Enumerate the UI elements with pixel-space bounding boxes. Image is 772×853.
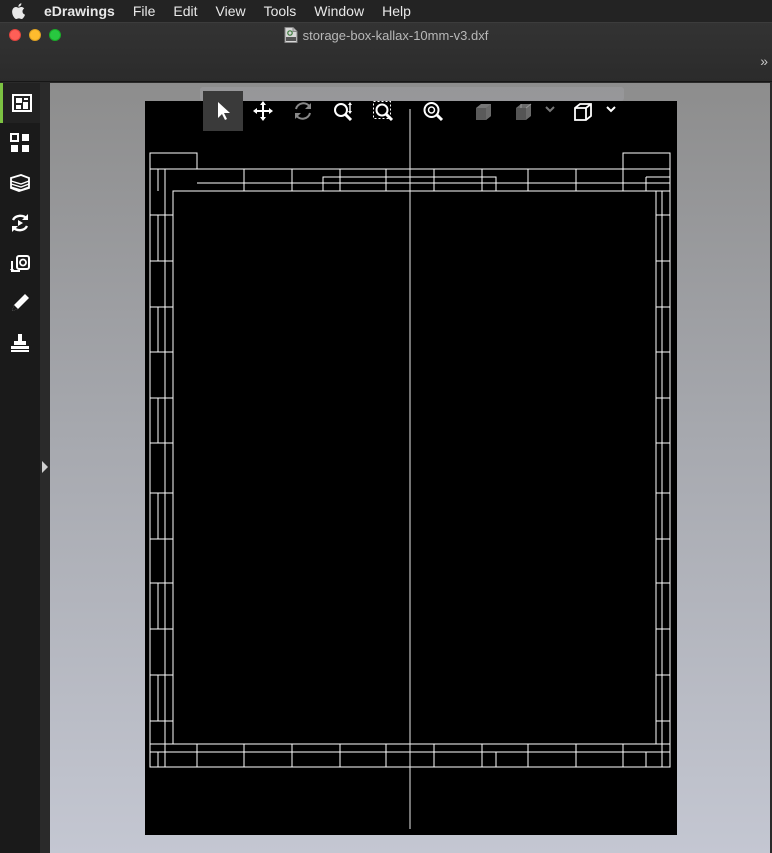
window-title: storage-box-kallax-10mm-v3.dxf xyxy=(0,27,772,43)
standard-views-chevron-down-icon[interactable] xyxy=(605,103,617,115)
zoom-tool-button[interactable] xyxy=(323,91,363,131)
stamp-panel-icon xyxy=(10,255,30,272)
left-sidebar xyxy=(0,83,40,853)
standard-views-icon xyxy=(574,103,592,121)
display-style-icon xyxy=(516,103,532,120)
shaded-view-button[interactable] xyxy=(463,91,503,131)
menu-file[interactable]: File xyxy=(124,0,165,22)
app-window: storage-box-kallax-10mm-v3.dxf » xyxy=(0,22,772,853)
menu-help[interactable]: Help xyxy=(373,0,420,22)
shaded-view-icon xyxy=(476,104,491,120)
menu-app-name[interactable]: eDrawings xyxy=(36,0,124,22)
display-style-chevron-down-icon[interactable] xyxy=(544,103,556,115)
components-panel-icon xyxy=(10,133,29,152)
animation-panel-button[interactable] xyxy=(0,203,40,243)
menu-window[interactable]: Window xyxy=(305,0,373,22)
toolbar-expand-button[interactable]: » xyxy=(760,53,768,69)
measure-stamp-button[interactable] xyxy=(0,323,40,363)
markup-pen-icon xyxy=(12,294,29,311)
sheets-panel-button[interactable] xyxy=(0,83,40,123)
sidebar-collapse-icon[interactable] xyxy=(40,459,50,475)
window-title-text: storage-box-kallax-10mm-v3.dxf xyxy=(302,27,489,43)
measure-stamp-icon xyxy=(11,334,29,352)
stamp-panel-button[interactable] xyxy=(0,243,40,283)
zoom-icon xyxy=(334,102,353,122)
drawing-sheet[interactable] xyxy=(145,101,677,835)
dxf-file-icon xyxy=(284,27,298,43)
rotate-icon xyxy=(295,102,311,120)
sheets-panel-icon xyxy=(11,94,32,112)
title-bar: storage-box-kallax-10mm-v3.dxf » xyxy=(0,23,772,82)
menu-edit[interactable]: Edit xyxy=(164,0,206,22)
select-icon xyxy=(218,102,230,120)
pan-icon xyxy=(253,101,273,121)
rotate-tool-button[interactable] xyxy=(283,91,323,131)
standard-views-button[interactable] xyxy=(563,91,603,131)
select-tool-button[interactable] xyxy=(203,91,243,131)
layers-panel-button[interactable] xyxy=(0,163,40,203)
layers-panel-icon xyxy=(10,174,30,192)
animation-panel-icon xyxy=(11,214,29,232)
menu-bar: eDrawings File Edit View Tools Window He… xyxy=(0,0,772,22)
zoom-area-tool-button[interactable] xyxy=(363,91,403,131)
zoom-fit-tool-button[interactable] xyxy=(413,91,453,131)
menu-tools[interactable]: Tools xyxy=(255,0,306,22)
dxf-drawing xyxy=(149,109,671,829)
pan-tool-button[interactable] xyxy=(243,91,283,131)
markup-pen-button[interactable] xyxy=(0,283,40,323)
zoom-area-icon xyxy=(373,101,394,122)
menu-view[interactable]: View xyxy=(207,0,255,22)
apple-icon[interactable] xyxy=(0,0,36,22)
zoom-fit-icon xyxy=(423,102,444,122)
display-style-button[interactable] xyxy=(503,91,543,131)
graphics-viewport[interactable] xyxy=(50,83,770,853)
components-panel-button[interactable] xyxy=(0,123,40,163)
